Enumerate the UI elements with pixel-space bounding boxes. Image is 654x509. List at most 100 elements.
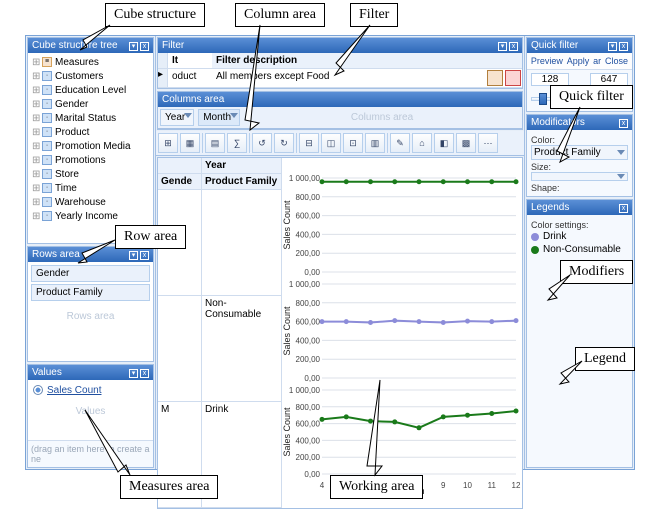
quick-filter-header[interactable]: Quick filter ▾x [527, 38, 632, 53]
mod-shape-label: Shape: [531, 183, 628, 193]
toolbar-button[interactable]: ⊡ [343, 133, 363, 153]
values-header[interactable]: Values ▾x [28, 365, 153, 380]
svg-text:1 000,00: 1 000,00 [289, 174, 321, 183]
filter-item-header: It [168, 53, 212, 68]
legend-item-drink[interactable]: Drink [531, 230, 628, 243]
toolbar-button[interactable]: ▦ [180, 133, 200, 153]
tree-item[interactable]: ⊞·Store [32, 168, 149, 182]
svg-text:200,00: 200,00 [296, 249, 321, 258]
legend-panel: Legends x Color settings: Drink Non-Cons… [526, 199, 633, 468]
columns-row[interactable]: Year Month Columns area [158, 107, 522, 129]
toolbar-button[interactable]: ▩ [456, 133, 476, 153]
callout-column-area: Column area [235, 3, 325, 27]
svg-text:800,00: 800,00 [296, 193, 321, 202]
legend-header[interactable]: Legends x [527, 200, 632, 215]
tree-item[interactable]: ⊞·Promotions [32, 154, 149, 168]
grid-row-label [202, 190, 281, 296]
toolbar-button[interactable]: ⊟ [299, 133, 319, 153]
dropdown-icon[interactable]: ▾ [498, 42, 507, 51]
grid-header-year[interactable]: Year [202, 158, 281, 174]
tree-item[interactable]: ⊞·Gender [32, 98, 149, 112]
callout-row-area: Row area [115, 225, 186, 249]
toolbar-button[interactable]: ◧ [434, 133, 454, 153]
filter-item[interactable]: oduct [168, 69, 212, 87]
radio-icon[interactable] [33, 385, 43, 395]
tree-item[interactable]: ⊞·Marital Status [32, 112, 149, 126]
toolbar-button[interactable]: ⊞ [158, 133, 178, 153]
tree-item[interactable]: ⊞·Education Level [32, 84, 149, 98]
remove-filter-icon[interactable] [505, 70, 521, 86]
grid-header-product-family[interactable]: Product Family [202, 174, 281, 190]
dropdown-icon[interactable]: ▾ [129, 42, 138, 51]
tree-item[interactable]: ⊞·Warehouse [32, 196, 149, 210]
close-icon[interactable]: x [140, 251, 149, 260]
callout-working-area: Working area [330, 475, 423, 499]
edit-filter-icon[interactable] [487, 70, 503, 86]
tree-item[interactable]: ⊞·Yearly Income [32, 210, 149, 224]
qf-clear-link[interactable]: ar [593, 56, 601, 66]
toolbar-button[interactable]: ▥ [365, 133, 385, 153]
close-icon[interactable]: x [619, 119, 628, 128]
working-area: Gende M Year Product Family Non-Consumab… [158, 158, 522, 508]
svg-text:400,00: 400,00 [296, 436, 321, 445]
tree-item-measures[interactable]: ⊞≡Measures [32, 56, 149, 70]
qf-apply-link[interactable]: Apply [567, 56, 590, 66]
svg-text:800,00: 800,00 [296, 403, 321, 412]
columns-header[interactable]: Columns area [158, 92, 522, 107]
close-icon[interactable]: x [140, 42, 149, 51]
dropdown-icon[interactable]: ▾ [129, 369, 138, 378]
grid-row-label: Non-Consumable [202, 296, 281, 402]
tree-item[interactable]: ⊞·Time [32, 182, 149, 196]
toolbar-button[interactable]: ↻ [274, 133, 294, 153]
svg-text:400,00: 400,00 [296, 230, 321, 239]
svg-text:11: 11 [488, 481, 497, 490]
tree-item[interactable]: ⊞·Promotion Media [32, 140, 149, 154]
callout-filter: Filter [350, 3, 398, 27]
columns-panel: Columns area Year Month Columns area [157, 91, 523, 130]
rows-body[interactable]: Gender Product Family Rows area [28, 262, 153, 361]
rows-placeholder: Rows area [31, 303, 150, 330]
value-sales-count[interactable]: Sales Count [47, 385, 101, 396]
dropdown-icon[interactable]: ▾ [608, 42, 617, 51]
filter-row-selector[interactable]: ▸ [158, 69, 168, 87]
toolbar: ⊞ ▦ ▤ ∑ ↺ ↻ ⊟ ◫ ⊡ ▥ ✎ ⌂ ◧ ▩ ⋯ [156, 131, 524, 156]
row-chip-product-family[interactable]: Product Family [31, 284, 150, 301]
toolbar-button[interactable]: ⌂ [412, 133, 432, 153]
tree-item[interactable]: ⊞·Customers [32, 70, 149, 84]
qf-close-link[interactable]: Close [605, 56, 628, 66]
middle-column: Filter ▾x It Filter description ▸ oduct … [156, 36, 524, 469]
legend-settings-label: Color settings: [531, 220, 628, 230]
toolbar-button[interactable]: ⋯ [478, 133, 498, 153]
svg-text:600,00: 600,00 [296, 212, 321, 221]
svg-text:400,00: 400,00 [296, 336, 321, 345]
grid-header-gender[interactable]: Gende [158, 174, 201, 190]
callout-quick-filter: Quick filter [550, 85, 633, 109]
close-icon[interactable]: x [509, 42, 518, 51]
column-chip-year[interactable]: Year [160, 109, 194, 126]
svg-text:9: 9 [441, 481, 446, 490]
toolbar-button[interactable]: ▤ [205, 133, 225, 153]
svg-text:12: 12 [512, 481, 521, 490]
callout-modifiers: Modifiers [560, 260, 633, 284]
toolbar-button[interactable]: ∑ [227, 133, 247, 153]
tree-item[interactable]: ⊞·Product [32, 126, 149, 140]
toolbar-button[interactable]: ◫ [321, 133, 341, 153]
svg-text:10: 10 [463, 481, 472, 490]
dropdown-icon[interactable]: ▾ [129, 251, 138, 260]
close-icon[interactable]: x [140, 369, 149, 378]
svg-text:0,00: 0,00 [304, 470, 320, 479]
toolbar-button[interactable]: ✎ [390, 133, 410, 153]
svg-text:200,00: 200,00 [296, 355, 321, 364]
toolbar-button[interactable]: ↺ [252, 133, 272, 153]
svg-text:600,00: 600,00 [296, 420, 321, 429]
qf-handle-min[interactable] [539, 93, 547, 105]
close-icon[interactable]: x [619, 204, 628, 213]
svg-text:4: 4 [320, 481, 325, 490]
column-chip-month[interactable]: Month [198, 109, 240, 126]
legend-item-nonconsumable[interactable]: Non-Consumable [531, 243, 628, 256]
mod-size-select[interactable] [531, 172, 628, 181]
qf-preview-link[interactable]: Preview [531, 56, 563, 66]
quick-filter-actions: Preview Apply ar Close [527, 53, 632, 70]
close-icon[interactable]: x [619, 42, 628, 51]
svg-text:Sales Count: Sales Count [282, 200, 292, 250]
